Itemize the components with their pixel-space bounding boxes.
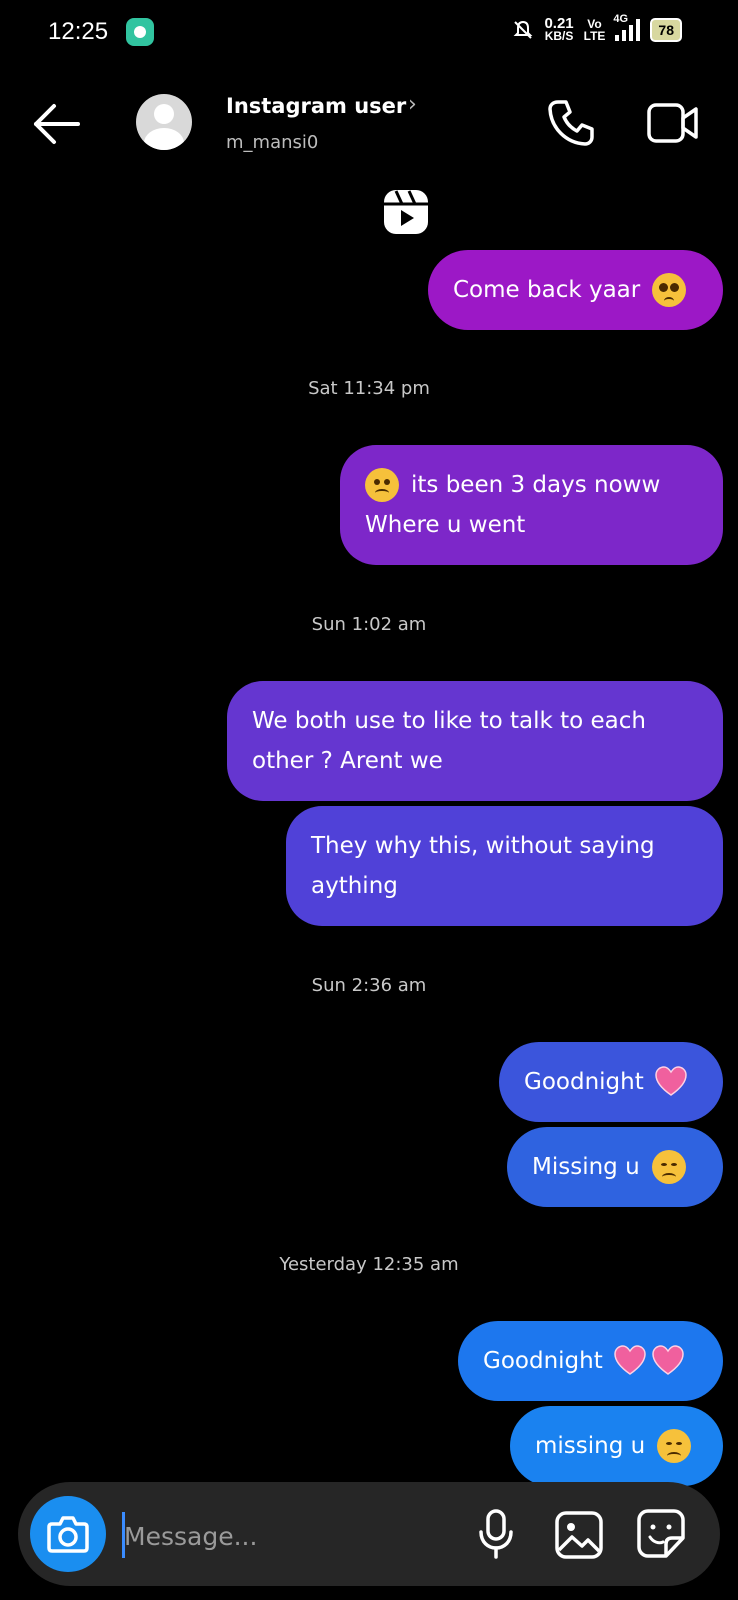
network-type: 4G [613,13,629,25]
message-bubble[interactable]: They why this, without saying aything [286,806,723,926]
status-bar: 12:25 0.21 KB/S Vo LTE 4G 78 [0,0,738,64]
message-text: Goodnight [483,1348,603,1374]
message-line: its been 3 days noww [365,465,660,505]
message-bubble[interactable]: We both use to like to talk to each othe… [227,681,723,801]
status-indicators: 0.21 KB/S Vo LTE 4G 78 [512,13,682,43]
message-input[interactable] [122,1510,446,1562]
timestamp: Sun 2:36 am [311,975,427,996]
pink-heart-icon [613,1345,646,1375]
message-text: They why this, without saying [311,833,655,859]
disappointed-face-icon [657,1429,692,1463]
message-bubble[interactable]: its been 3 days noww Where u went [340,445,723,565]
message-bubble[interactable]: Missing u [507,1127,723,1207]
volte-indicator: Vo LTE [584,18,606,42]
call-icon[interactable] [546,98,596,148]
camera-icon [47,1516,89,1553]
signal-indicator: 4G [613,13,641,41]
frowning-face-icon [365,468,399,502]
message-text: Come back yaar [453,277,641,303]
timestamp: Sun 1:02 am [311,614,427,635]
message-text: Missing u [532,1154,640,1180]
timestamp: Sat 11:34 pm [308,378,430,399]
bell-muted-icon [514,20,533,39]
reels-icon[interactable] [382,188,430,236]
volte-bottom: LTE [583,29,606,43]
message-bubble[interactable]: Goodnight [499,1042,723,1122]
camera-button[interactable] [30,1496,106,1572]
chat-notification-icon [126,18,154,46]
pleading-face-icon [652,273,687,307]
avatar[interactable] [136,94,192,150]
back-arrow-icon[interactable] [30,100,86,148]
message-bubble[interactable]: Goodnight [458,1321,723,1401]
network-speed: 0.21 KB/S [544,16,574,43]
message-text: other ? Arent we [252,748,443,774]
message-text: its been 3 days noww [411,472,661,498]
contact-username[interactable]: m_mansi0 [226,132,318,153]
message-bubble[interactable]: missing u [510,1406,723,1486]
message-text: Where u went [365,512,526,538]
timestamp: Yesterday 12:35 am [279,1254,459,1275]
gallery-icon[interactable] [554,1510,604,1560]
pink-heart-icon [654,1066,687,1096]
microphone-icon[interactable] [476,1508,516,1560]
contact-name[interactable]: Instagram user [226,94,406,118]
message-bubble[interactable]: Come back yaar [428,250,723,330]
speed-unit: KB/S [544,29,574,43]
chevron-right-icon[interactable]: › [408,92,417,117]
message-text: We both use to like to talk to each [252,708,646,734]
sticker-icon[interactable] [636,1508,686,1560]
message-text: aything [311,873,398,899]
message-text: missing u [535,1433,646,1459]
disappointed-face-icon [651,1150,686,1184]
message-text: Goodnight [524,1069,644,1095]
status-time: 12:25 [48,18,109,45]
battery-indicator: 78 [650,18,682,42]
video-call-icon[interactable] [646,100,700,146]
pink-heart-icon [651,1345,684,1375]
